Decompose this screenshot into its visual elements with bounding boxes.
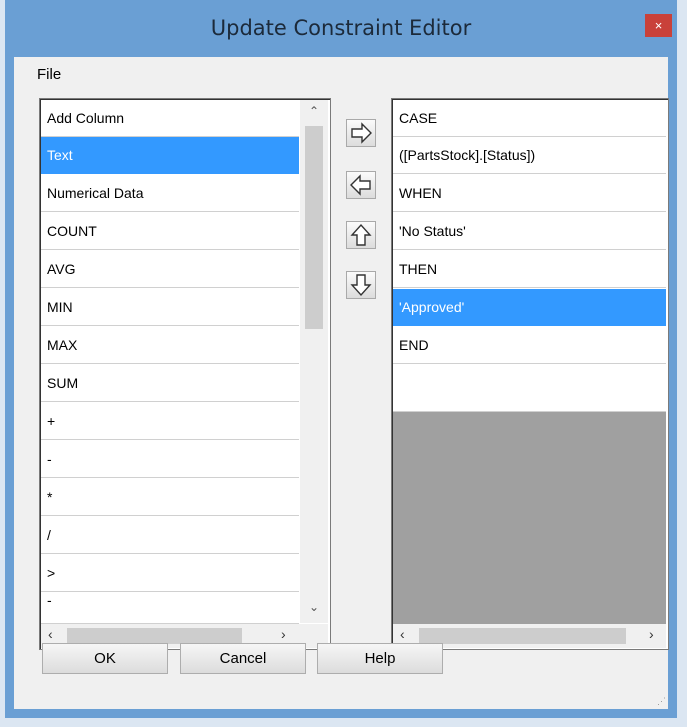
list-item[interactable]: WHEN <box>393 175 666 212</box>
list-empty-area <box>393 412 666 624</box>
cancel-button[interactable]: Cancel <box>180 643 306 674</box>
dialog-client-area: File Add Column Text Numerical Data COUN… <box>14 57 669 709</box>
resize-grip-icon[interactable]: ⋰ <box>657 696 666 707</box>
expression-list[interactable]: CASE ([PartsStock].[Status]) WHEN 'No St… <box>391 98 669 650</box>
close-button[interactable]: × <box>645 14 672 37</box>
list-item[interactable]: ([PartsStock].[Status]) <box>393 137 666 174</box>
help-button[interactable]: Help <box>317 643 443 674</box>
list-item[interactable]: / <box>41 517 299 554</box>
list-item[interactable]: Numerical Data <box>41 175 299 212</box>
list-item[interactable]: - <box>41 593 299 624</box>
scroll-down-icon[interactable]: ⌄ <box>306 600 322 614</box>
list-item[interactable]: SUM <box>41 365 299 402</box>
scroll-left-icon[interactable]: ‹ <box>400 626 405 642</box>
list-item[interactable]: CASE <box>393 100 666 137</box>
list-item[interactable]: 'No Status' <box>393 213 666 250</box>
title-bar[interactable]: Update Constraint Editor × <box>5 0 677 57</box>
scroll-up-icon[interactable]: ⌃ <box>306 104 322 118</box>
list-item[interactable]: MIN <box>41 289 299 326</box>
ok-button[interactable]: OK <box>42 643 168 674</box>
list-item-selected[interactable]: Text <box>41 137 299 174</box>
move-down-button[interactable] <box>346 271 376 299</box>
scroll-right-icon[interactable]: › <box>281 626 286 642</box>
move-up-button[interactable] <box>346 221 376 249</box>
list-item[interactable]: END <box>393 327 666 364</box>
window-title: Update Constraint Editor <box>210 16 472 40</box>
scroll-right-icon[interactable]: › <box>649 626 654 642</box>
list-item[interactable]: + <box>41 403 299 440</box>
list-item[interactable]: MAX <box>41 327 299 364</box>
list-item[interactable]: AVG <box>41 251 299 288</box>
list-item[interactable]: COUNT <box>41 213 299 250</box>
move-left-button[interactable] <box>346 171 376 199</box>
scroll-thumb[interactable] <box>67 628 242 644</box>
list-item[interactable]: Add Column <box>41 100 299 137</box>
scroll-left-icon[interactable]: ‹ <box>48 626 53 642</box>
scroll-thumb[interactable] <box>305 126 323 329</box>
move-right-button[interactable] <box>346 119 376 147</box>
list-item[interactable]: THEN <box>393 251 666 288</box>
list-item[interactable]: - <box>41 441 299 478</box>
list-item-selected[interactable]: 'Approved' <box>393 289 666 326</box>
list-item-empty[interactable] <box>393 365 666 412</box>
scroll-thumb[interactable] <box>419 628 626 644</box>
available-items-list[interactable]: Add Column Text Numerical Data COUNT AVG… <box>39 98 331 650</box>
dialog-window: Update Constraint Editor × File Add Colu… <box>5 0 677 718</box>
list-item[interactable]: * <box>41 479 299 516</box>
menu-file[interactable]: File <box>37 66 61 83</box>
list-item[interactable]: > <box>41 555 299 592</box>
vertical-scrollbar[interactable]: ⌃ ⌄ <box>300 100 328 623</box>
menu-bar: File <box>14 57 668 87</box>
